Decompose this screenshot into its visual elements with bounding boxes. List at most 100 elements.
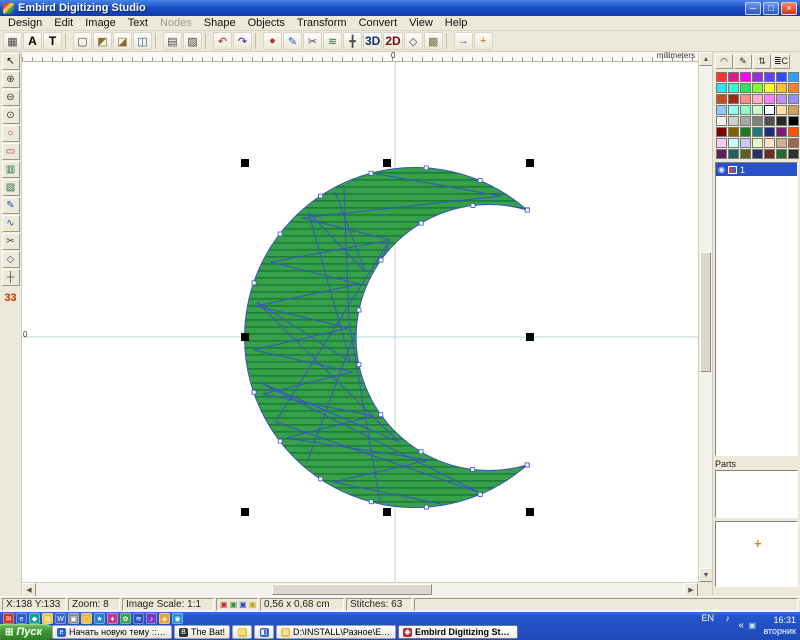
quick-launch-8[interactable]: ★ xyxy=(94,613,105,624)
thread-list[interactable]: ◉ 1 xyxy=(715,162,798,456)
node-tool-button[interactable]: ◇ xyxy=(2,251,20,268)
quick-launch-10[interactable]: ✿ xyxy=(120,613,131,624)
zoom-in-tool-button[interactable]: ⊕ xyxy=(2,71,20,88)
export-button[interactable]: ▨ xyxy=(183,32,202,50)
palette-color-55[interactable] xyxy=(776,149,787,159)
palette-color-25[interactable] xyxy=(752,105,763,115)
stitch-tool-button[interactable]: ≋ xyxy=(323,32,342,50)
palette-color-10[interactable] xyxy=(740,83,751,93)
view-3d-button[interactable]: 3D xyxy=(363,32,382,50)
palette-color-24[interactable] xyxy=(740,105,751,115)
swap-colors-button[interactable]: ⇅ xyxy=(753,54,771,69)
preview-panel[interactable]: + xyxy=(715,521,798,587)
palette-color-27[interactable] xyxy=(776,105,787,115)
palette-color-48[interactable] xyxy=(776,138,787,148)
quick-launch-3[interactable]: ◆ xyxy=(29,613,40,624)
palette-color-50[interactable] xyxy=(716,149,727,159)
palette-color-7[interactable] xyxy=(788,72,799,82)
select-tool-button[interactable]: ↖ xyxy=(2,53,20,70)
palette-color-30[interactable] xyxy=(728,116,739,126)
parts-list[interactable] xyxy=(715,470,798,518)
palette-color-52[interactable] xyxy=(740,149,751,159)
clock[interactable]: 16:31 вторник xyxy=(763,615,796,637)
palette-color-13[interactable] xyxy=(776,83,787,93)
palette-config-button[interactable]: ≣C xyxy=(772,54,790,69)
palette-view-button[interactable]: ▩ xyxy=(424,32,443,50)
scroll-right-icon[interactable]: ▶ xyxy=(684,583,698,597)
palette-color-49[interactable] xyxy=(788,138,799,148)
language-indicator[interactable]: EN xyxy=(699,613,716,623)
palette-color-26[interactable] xyxy=(764,105,775,115)
column-tool-button[interactable]: ▥ xyxy=(2,161,20,178)
menu-text[interactable]: Text xyxy=(122,16,154,31)
menu-shape[interactable]: Shape xyxy=(198,16,242,31)
palette-color-16[interactable] xyxy=(728,94,739,104)
view-2d-button[interactable]: 2D xyxy=(383,32,402,50)
palette-color-19[interactable] xyxy=(764,94,775,104)
horizontal-scroll-thumb[interactable] xyxy=(272,584,432,595)
thread-row-1[interactable]: ◉ 1 xyxy=(716,163,797,176)
palette-color-17[interactable] xyxy=(740,94,751,104)
palette-color-6[interactable] xyxy=(776,72,787,82)
palette-color-31[interactable] xyxy=(740,116,751,126)
center-tool-button[interactable]: ╋ xyxy=(343,32,362,50)
quick-launch-13[interactable]: ◈ xyxy=(159,613,170,624)
redo-button[interactable]: ↷ xyxy=(233,32,252,50)
close-button[interactable]: × xyxy=(781,2,797,15)
scissors-tool-button[interactable]: ✂ xyxy=(303,32,322,50)
palette-color-9[interactable] xyxy=(728,83,739,93)
palette-color-42[interactable] xyxy=(788,127,799,137)
menu-convert[interactable]: Convert xyxy=(353,16,404,31)
rectangle-tool-button[interactable]: ▭ xyxy=(2,143,20,160)
palette-color-2[interactable] xyxy=(728,72,739,82)
forward-button[interactable]: → xyxy=(454,32,473,50)
quick-launch-6[interactable]: ▣ xyxy=(68,613,79,624)
quick-launch-14[interactable]: ◉ xyxy=(172,613,183,624)
palette-color-45[interactable] xyxy=(740,138,751,148)
volume-icon[interactable]: ♪ xyxy=(726,613,731,623)
visibility-icon[interactable]: ◉ xyxy=(718,165,725,174)
import-file-button[interactable]: ◪ xyxy=(113,32,132,50)
palette-color-23[interactable] xyxy=(728,105,739,115)
menu-edit[interactable]: Edit xyxy=(48,16,79,31)
palette-color-54[interactable] xyxy=(764,149,775,159)
palette-color-47[interactable] xyxy=(764,138,775,148)
palette-color-35[interactable] xyxy=(788,116,799,126)
menu-transform[interactable]: Transform xyxy=(291,16,353,31)
palette-color-56[interactable] xyxy=(788,149,799,159)
palette-color-4[interactable] xyxy=(752,72,763,82)
palette-color-44[interactable] xyxy=(728,138,739,148)
menu-image[interactable]: Image xyxy=(79,16,122,31)
palette-color-8[interactable] xyxy=(716,83,727,93)
palette-color-22[interactable] xyxy=(716,105,727,115)
quick-launch-5[interactable]: W xyxy=(55,613,66,624)
palette-color-40[interactable] xyxy=(764,127,775,137)
maximize-button[interactable]: □ xyxy=(763,2,779,15)
palette-color-18[interactable] xyxy=(752,94,763,104)
lettering-button[interactable]: A xyxy=(23,32,42,50)
curve-tool-button[interactable]: ∿ xyxy=(2,215,20,232)
quick-launch-1[interactable]: ✉ xyxy=(3,613,14,624)
zoom-out-tool-button[interactable]: ⊖ xyxy=(2,89,20,106)
scroll-left-icon[interactable]: ◀ xyxy=(22,583,36,597)
edit-thread-button[interactable]: ✎ xyxy=(734,54,752,69)
print-button[interactable]: ▤ xyxy=(163,32,182,50)
open-file-button[interactable]: ◩ xyxy=(93,32,112,50)
vertical-scroll-thumb[interactable] xyxy=(700,252,711,372)
palette-color-53[interactable] xyxy=(752,149,763,159)
palette-color-1[interactable] xyxy=(716,72,727,82)
tray-app-icon[interactable]: ▣ xyxy=(748,621,756,630)
knife-tool-button[interactable]: ✂ xyxy=(2,233,20,250)
design-manager-button[interactable]: ▦ xyxy=(3,32,22,50)
circle-tool-button[interactable]: ● xyxy=(263,32,282,50)
quick-launch-7[interactable]: ▢ xyxy=(81,613,92,624)
quick-launch-4[interactable]: ▤ xyxy=(42,613,53,624)
start-button[interactable]: ⊞ Пуск xyxy=(0,624,54,640)
palette-color-37[interactable] xyxy=(728,127,739,137)
save-file-button[interactable]: ◫ xyxy=(133,32,152,50)
quick-launch-12[interactable]: ♪ xyxy=(146,613,157,624)
measure-tool-button[interactable]: ┼ xyxy=(2,269,20,286)
horizontal-scrollbar[interactable]: ◀ ▶ xyxy=(22,582,698,596)
scroll-up-icon[interactable]: ▲ xyxy=(699,52,713,66)
palette-color-29[interactable] xyxy=(716,116,727,126)
